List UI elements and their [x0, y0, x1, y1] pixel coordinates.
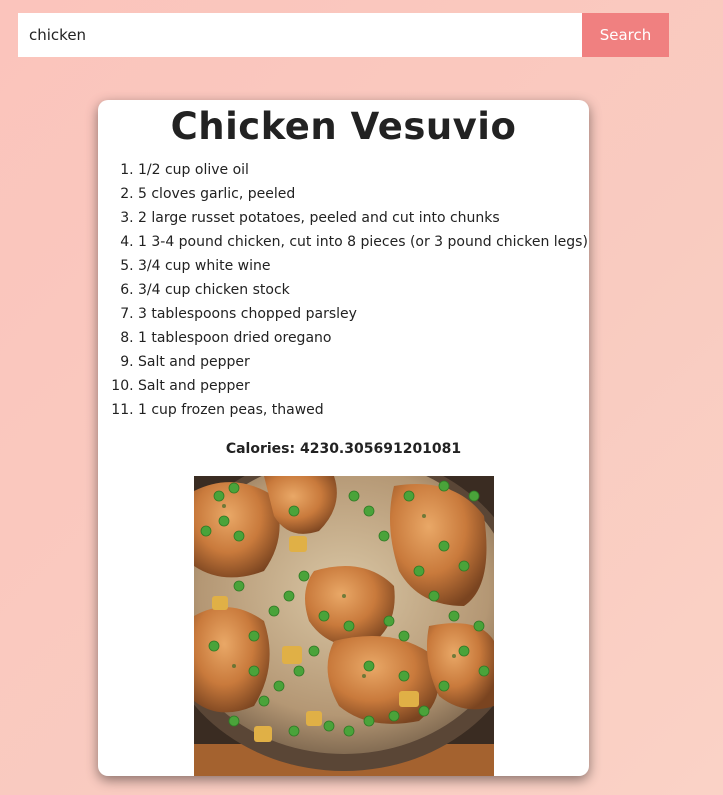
- ingredient-item: 1 tablespoon dried oregano: [138, 326, 589, 350]
- calories-label: Calories: 4230.305691201081: [225, 441, 462, 457]
- ingredient-item: 2 large russet potatoes, peeled and cut …: [138, 206, 589, 230]
- ingredient-item: 5 cloves garlic, peeled: [138, 182, 589, 206]
- ingredient-item: 3/4 cup chicken stock: [138, 278, 589, 302]
- ingredient-item: Salt and pepper: [138, 374, 589, 398]
- recipe-title: Chicken Vesuvio: [170, 105, 517, 148]
- ingredient-item: 1 cup frozen peas, thawed: [138, 398, 589, 422]
- ingredient-item: 3 tablespoons chopped parsley: [138, 302, 589, 326]
- ingredient-item: 3/4 cup white wine: [138, 254, 589, 278]
- recipe-photo: [194, 476, 494, 776]
- search-bar: Search: [18, 13, 669, 57]
- ingredient-list: 1/2 cup olive oil 5 cloves garlic, peele…: [98, 158, 589, 422]
- ingredient-item: 1/2 cup olive oil: [138, 158, 589, 182]
- ingredient-item: 1 3-4 pound chicken, cut into 8 pieces (…: [138, 230, 589, 254]
- recipe-card: Chicken Vesuvio 1/2 cup olive oil 5 clov…: [98, 100, 589, 776]
- ingredient-item: Salt and pepper: [138, 350, 589, 374]
- search-input[interactable]: [18, 13, 582, 57]
- search-button[interactable]: Search: [582, 13, 669, 57]
